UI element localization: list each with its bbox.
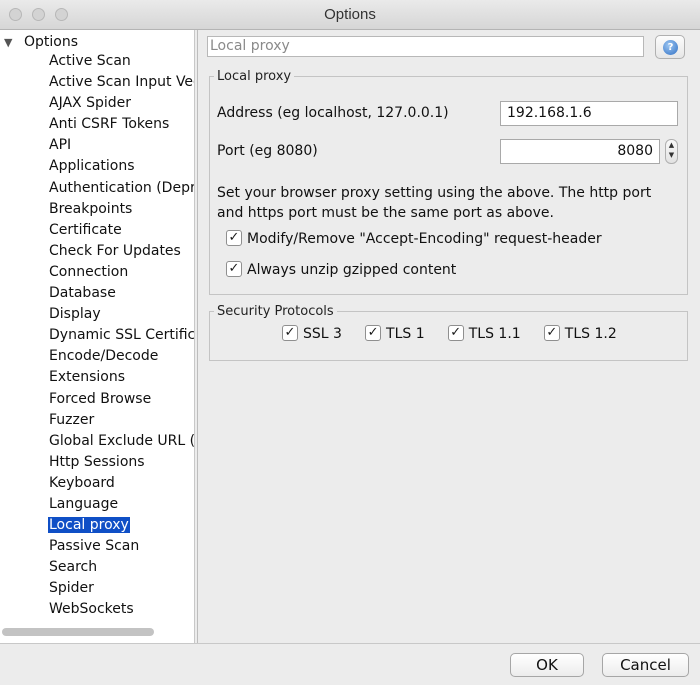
protocol-tls1[interactable]: ✓ TLS 1 bbox=[365, 325, 425, 342]
unzip-gzip-checkbox[interactable]: ✓ bbox=[226, 261, 242, 277]
address-label: Address (eg localhost, 127.0.0.1) bbox=[217, 105, 449, 121]
tls1-2-label: TLS 1.2 bbox=[564, 326, 617, 342]
tree-item-check-for-updates[interactable]: Check For Updates bbox=[48, 241, 194, 262]
port-input[interactable]: 8080 bbox=[500, 139, 660, 164]
tree-item-connection[interactable]: Connection bbox=[48, 262, 194, 283]
tree-root-options[interactable]: ▼ Options bbox=[4, 32, 78, 53]
tree-item-certificate[interactable]: Certificate bbox=[48, 220, 194, 241]
tree-item-list: Active Scan Active Scan Input Vectors AJ… bbox=[48, 51, 194, 621]
tree-item-websockets[interactable]: WebSockets bbox=[48, 599, 194, 620]
unzip-gzip-label: Always unzip gzipped content bbox=[247, 262, 457, 278]
tree-item-language[interactable]: Language bbox=[48, 494, 194, 515]
tree-item-applications[interactable]: Applications bbox=[48, 156, 194, 177]
tree-item-display[interactable]: Display bbox=[48, 304, 194, 325]
tls1-2-checkbox[interactable]: ✓ bbox=[543, 325, 560, 341]
port-label: Port (eg 8080) bbox=[217, 143, 318, 159]
security-protocols-group: Security Protocols ✓ SSL 3 ✓ TLS 1 ✓ TLS 1.… bbox=[209, 304, 688, 361]
protocol-list: ✓ SSL 3 ✓ TLS 1 ✓ TLS 1.1 ✓ TLS 1.2 bbox=[282, 323, 635, 342]
tree-item-anti-csrf-tokens[interactable]: Anti CSRF Tokens bbox=[48, 114, 194, 135]
tree-item-extensions[interactable]: Extensions bbox=[48, 367, 194, 388]
window-title: Options bbox=[324, 6, 376, 23]
tree-item-search[interactable]: Search bbox=[48, 557, 194, 578]
proxy-description-line-2: and https port must be the same port as … bbox=[217, 205, 554, 221]
tls1-1-label: TLS 1.1 bbox=[468, 326, 521, 342]
panel-title: Local proxy bbox=[207, 36, 644, 57]
title-bar: Options bbox=[0, 0, 700, 30]
button-bar: OK Cancel bbox=[0, 643, 700, 685]
options-tree: ▼ Options Active Scan Active Scan Input V… bbox=[0, 30, 195, 643]
cancel-button[interactable]: Cancel bbox=[602, 653, 689, 677]
local-proxy-group: Local proxy Address (eg localhost, 127.0… bbox=[209, 69, 688, 295]
tree-item-breakpoints[interactable]: Breakpoints bbox=[48, 199, 194, 220]
tree-root-label: Options bbox=[24, 34, 79, 50]
tree-item-ajax-spider[interactable]: AJAX Spider bbox=[48, 93, 194, 114]
options-panel: Local proxy ? Local proxy Address (eg lo… bbox=[197, 30, 700, 643]
help-button[interactable]: ? bbox=[655, 35, 685, 59]
tree-item-active-scan[interactable]: Active Scan bbox=[48, 51, 194, 72]
modify-accept-encoding-label: Modify/Remove "Accept-Encoding" request-… bbox=[247, 231, 602, 247]
tls1-checkbox[interactable]: ✓ bbox=[365, 325, 382, 341]
tree-item-local-proxy[interactable]: Local proxy bbox=[48, 515, 194, 536]
tree-item-forced-browse[interactable]: Forced Browse bbox=[48, 389, 194, 410]
unzip-gzip-option[interactable]: ✓ Always unzip gzipped content bbox=[226, 261, 456, 281]
port-stepper[interactable]: ▲ ▼ bbox=[665, 139, 678, 164]
tree-item-api[interactable]: API bbox=[48, 135, 194, 156]
help-icon: ? bbox=[663, 40, 678, 55]
modify-accept-encoding-checkbox[interactable]: ✓ bbox=[226, 230, 242, 246]
ssl3-label: SSL 3 bbox=[303, 326, 342, 342]
protocol-tls1-2[interactable]: ✓ TLS 1.2 bbox=[543, 325, 617, 342]
protocol-ssl3[interactable]: ✓ SSL 3 bbox=[282, 325, 342, 342]
tree-item-global-exclude-url[interactable]: Global Exclude URL (Beta) bbox=[48, 431, 194, 452]
tree-item-active-scan-input-vectors[interactable]: Active Scan Input Vectors bbox=[48, 72, 194, 93]
address-input[interactable]: 192.168.1.6 bbox=[500, 101, 678, 126]
tree-horizontal-scrollbar[interactable] bbox=[2, 628, 154, 636]
tree-item-http-sessions[interactable]: Http Sessions bbox=[48, 452, 194, 473]
tls1-label: TLS 1 bbox=[386, 326, 425, 342]
modify-accept-encoding-option[interactable]: ✓ Modify/Remove "Accept-Encoding" request… bbox=[226, 230, 602, 250]
triangle-down-icon[interactable]: ▼ bbox=[4, 32, 16, 53]
tree-item-dynamic-ssl-certificates[interactable]: Dynamic SSL Certificates bbox=[48, 325, 194, 346]
tree-item-fuzzer[interactable]: Fuzzer bbox=[48, 410, 194, 431]
local-proxy-legend: Local proxy bbox=[217, 69, 292, 84]
security-protocols-legend: Security Protocols bbox=[217, 304, 334, 319]
tree-item-passive-scan[interactable]: Passive Scan bbox=[48, 536, 194, 557]
protocol-tls1-1[interactable]: ✓ TLS 1.1 bbox=[447, 325, 521, 342]
tree-item-database[interactable]: Database bbox=[48, 283, 194, 304]
tree-item-authentication[interactable]: Authentication (Deprecated) bbox=[48, 178, 194, 199]
tree-item-spider[interactable]: Spider bbox=[48, 578, 194, 599]
tls1-1-checkbox[interactable]: ✓ bbox=[447, 325, 464, 341]
ok-button[interactable]: OK bbox=[510, 653, 584, 677]
ssl3-checkbox[interactable]: ✓ bbox=[282, 325, 298, 341]
tree-item-keyboard[interactable]: Keyboard bbox=[48, 473, 194, 494]
proxy-description-line-1: Set your browser proxy setting using the… bbox=[217, 185, 652, 201]
tree-item-encode-decode[interactable]: Encode/Decode bbox=[48, 346, 194, 367]
options-window: Options ▼ Options Active Scan Active Scan… bbox=[0, 0, 700, 685]
